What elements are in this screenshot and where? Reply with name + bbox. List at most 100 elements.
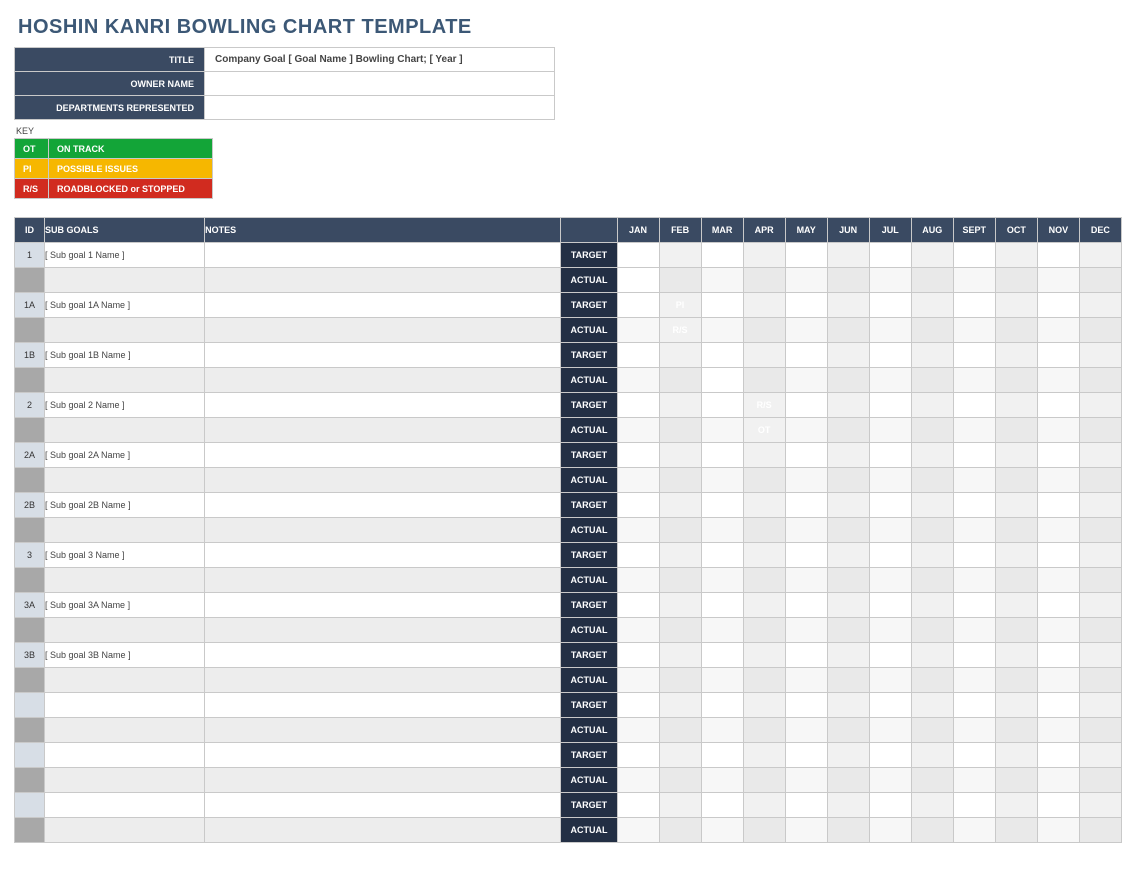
subgoal-cell-blank[interactable] (45, 318, 205, 343)
month-cell[interactable] (743, 293, 785, 318)
month-cell[interactable] (827, 768, 869, 793)
notes-cell-blank[interactable] (205, 318, 561, 343)
month-cell[interactable] (827, 743, 869, 768)
month-cell[interactable]: PI (617, 268, 659, 293)
subgoal-cell[interactable] (45, 693, 205, 718)
month-cell[interactable] (953, 593, 995, 618)
month-cell[interactable] (953, 368, 995, 393)
month-cell[interactable] (1079, 243, 1121, 268)
month-cell[interactable] (869, 393, 911, 418)
notes-cell[interactable] (205, 693, 561, 718)
month-cell[interactable] (953, 818, 995, 843)
month-cell[interactable] (785, 643, 827, 668)
notes-cell[interactable] (205, 643, 561, 668)
month-cell[interactable] (701, 243, 743, 268)
month-cell[interactable] (659, 493, 701, 518)
month-cell[interactable] (785, 618, 827, 643)
notes-cell[interactable] (205, 493, 561, 518)
month-cell[interactable] (953, 568, 995, 593)
id-cell[interactable]: 1B (15, 343, 45, 368)
subgoal-cell-blank[interactable] (45, 768, 205, 793)
month-cell[interactable] (869, 443, 911, 468)
month-cell[interactable] (785, 743, 827, 768)
month-cell[interactable] (785, 568, 827, 593)
month-cell[interactable] (785, 468, 827, 493)
id-cell[interactable]: 3 (15, 543, 45, 568)
month-cell[interactable] (1079, 743, 1121, 768)
month-cell[interactable] (827, 693, 869, 718)
month-cell[interactable] (659, 543, 701, 568)
month-cell[interactable] (701, 643, 743, 668)
month-cell[interactable] (1037, 818, 1079, 843)
month-cell[interactable] (1037, 468, 1079, 493)
month-cell[interactable] (869, 343, 911, 368)
subgoal-cell-blank[interactable] (45, 818, 205, 843)
meta-value-title[interactable]: Company Goal [ Goal Name ] Bowling Chart… (205, 48, 555, 72)
month-cell[interactable] (743, 618, 785, 643)
month-cell[interactable] (911, 268, 953, 293)
month-cell[interactable] (995, 618, 1037, 643)
month-cell[interactable] (995, 393, 1037, 418)
month-cell[interactable] (1079, 368, 1121, 393)
month-cell[interactable] (743, 543, 785, 568)
month-cell[interactable] (869, 468, 911, 493)
month-cell[interactable] (1079, 568, 1121, 593)
notes-cell-blank[interactable] (205, 818, 561, 843)
month-cell[interactable] (617, 643, 659, 668)
month-cell[interactable] (1037, 368, 1079, 393)
month-cell[interactable] (995, 718, 1037, 743)
month-cell[interactable] (995, 668, 1037, 693)
month-cell[interactable] (785, 393, 827, 418)
month-cell[interactable] (617, 768, 659, 793)
month-cell[interactable] (617, 793, 659, 818)
month-cell[interactable] (911, 793, 953, 818)
month-cell[interactable] (701, 718, 743, 743)
month-cell[interactable] (785, 668, 827, 693)
month-cell[interactable] (743, 643, 785, 668)
month-cell[interactable] (911, 668, 953, 693)
month-cell[interactable] (995, 518, 1037, 543)
month-cell[interactable] (701, 318, 743, 343)
meta-value-owner[interactable] (205, 72, 555, 96)
month-cell[interactable] (617, 593, 659, 618)
month-cell[interactable]: OT (617, 243, 659, 268)
month-cell[interactable] (995, 793, 1037, 818)
subgoal-cell[interactable]: [ Sub goal 1 Name ] (45, 243, 205, 268)
month-cell[interactable] (827, 593, 869, 618)
month-cell[interactable] (785, 443, 827, 468)
month-cell[interactable] (743, 818, 785, 843)
month-cell[interactable] (785, 318, 827, 343)
month-cell[interactable] (827, 268, 869, 293)
month-cell[interactable] (953, 418, 995, 443)
month-cell[interactable] (701, 668, 743, 693)
month-cell[interactable] (869, 543, 911, 568)
month-cell[interactable] (701, 268, 743, 293)
month-cell[interactable] (617, 393, 659, 418)
month-cell[interactable] (617, 418, 659, 443)
month-cell[interactable] (869, 793, 911, 818)
month-cell[interactable] (911, 443, 953, 468)
month-cell[interactable] (827, 443, 869, 468)
month-cell[interactable] (785, 818, 827, 843)
month-cell[interactable] (617, 468, 659, 493)
subgoal-cell[interactable]: [ Sub goal 3 Name ] (45, 543, 205, 568)
month-cell[interactable] (827, 718, 869, 743)
month-cell[interactable] (743, 768, 785, 793)
month-cell[interactable] (911, 493, 953, 518)
month-cell[interactable] (869, 818, 911, 843)
month-cell[interactable] (827, 468, 869, 493)
subgoal-cell-blank[interactable] (45, 518, 205, 543)
month-cell[interactable] (617, 493, 659, 518)
month-cell[interactable] (953, 343, 995, 368)
month-cell[interactable] (953, 393, 995, 418)
month-cell[interactable] (827, 818, 869, 843)
subgoal-cell-blank[interactable] (45, 468, 205, 493)
month-cell[interactable] (1037, 693, 1079, 718)
month-cell[interactable] (617, 543, 659, 568)
month-cell[interactable]: OT (743, 418, 785, 443)
notes-cell[interactable] (205, 343, 561, 368)
month-cell[interactable] (785, 293, 827, 318)
month-cell[interactable] (1037, 718, 1079, 743)
subgoal-cell-blank[interactable] (45, 268, 205, 293)
month-cell[interactable] (953, 643, 995, 668)
